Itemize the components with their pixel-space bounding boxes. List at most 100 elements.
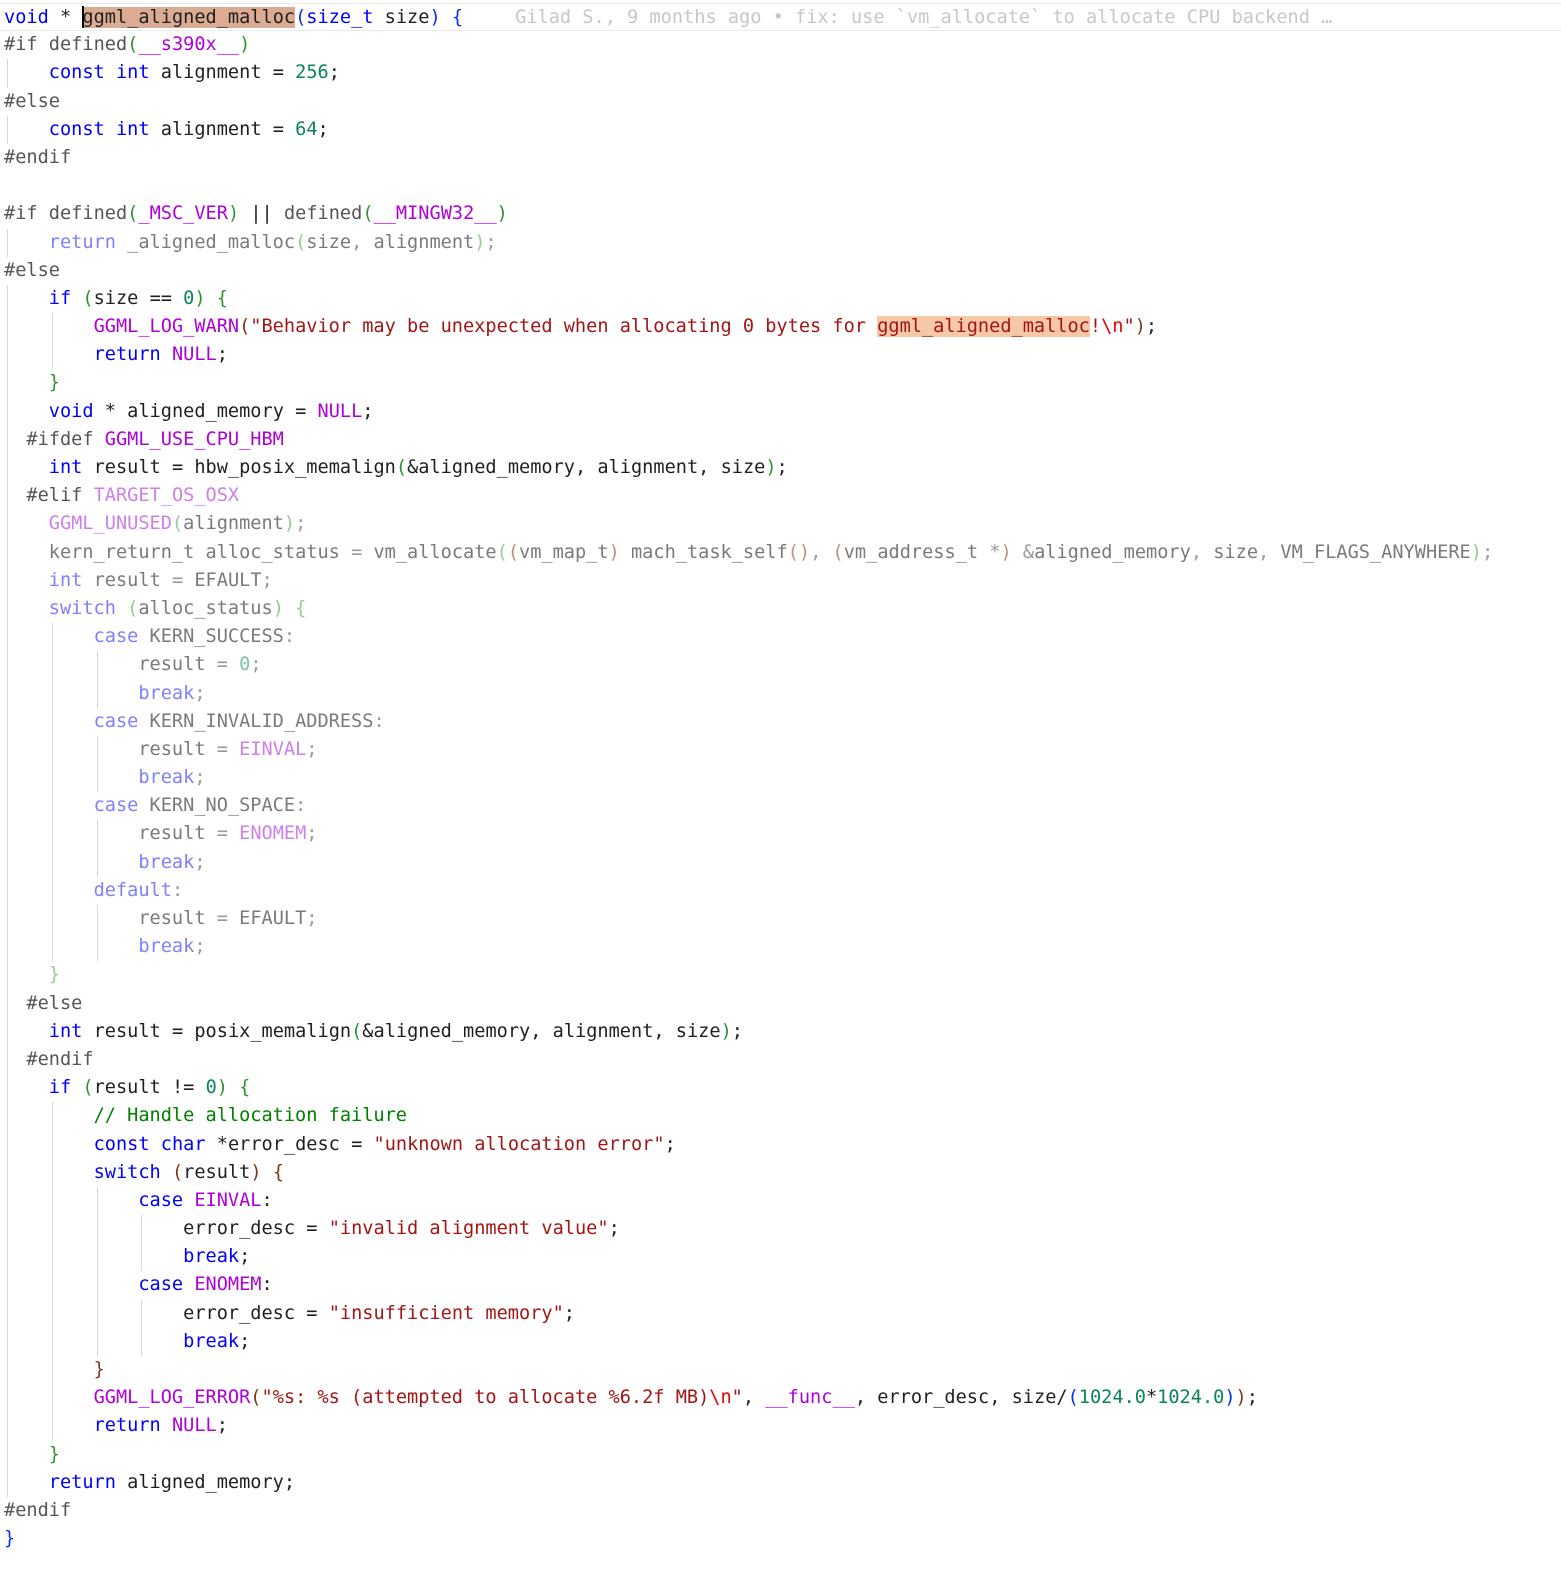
- code-text: int result = hbw_posix_memalign(&aligned…: [48, 457, 788, 478]
- code-text: break;: [183, 1246, 251, 1268]
- code-line[interactable]: switch (result) {: [0, 1158, 1561, 1187]
- code-line[interactable]: break;: [0, 848, 1561, 877]
- code-line[interactable]: result = 0;: [0, 651, 1561, 680]
- code-text: case EINVAL:: [138, 1189, 273, 1211]
- code-line[interactable]: [0, 172, 1561, 200]
- code-text: case ENOMEM:: [138, 1274, 273, 1296]
- code-line[interactable]: #if defined(__s390x__): [0, 31, 1561, 59]
- code-text: break;: [138, 767, 206, 789]
- code-line[interactable]: if (result != 0) {: [0, 1074, 1561, 1103]
- code-text: result = ENOMEM;: [138, 823, 318, 845]
- code-text: if (size == 0) {: [48, 287, 228, 309]
- code-line[interactable]: result = ENOMEM;: [0, 820, 1561, 849]
- code-text: break;: [138, 851, 206, 873]
- code-line[interactable]: error_desc = "invalid alignment value";: [0, 1215, 1561, 1244]
- code-text: }: [48, 964, 60, 986]
- code-line[interactable]: }: [0, 1440, 1561, 1469]
- code-line[interactable]: }: [0, 369, 1561, 398]
- code-line[interactable]: result = EINVAL;: [0, 735, 1561, 765]
- code-line[interactable]: #elif TARGET_OS_OSX: [0, 482, 1561, 511]
- code-text: #else: [26, 992, 83, 1014]
- code-text: int result = EFAULT;: [48, 569, 273, 591]
- code-text: return NULL;: [93, 344, 228, 366]
- code-line[interactable]: return aligned_memory;: [0, 1468, 1561, 1497]
- code-line[interactable]: case KERN_INVALID_ADDRESS:: [0, 707, 1561, 736]
- code-line[interactable]: return NULL;: [0, 1412, 1561, 1441]
- code-line[interactable]: switch (alloc_status) {: [0, 594, 1561, 624]
- code-text: return NULL;: [93, 1415, 228, 1437]
- code-line[interactable]: error_desc = "insufficient memory";: [0, 1299, 1561, 1328]
- code-line[interactable]: GGML_LOG_WARN("Behavior may be unexpecte…: [0, 313, 1561, 342]
- code-text: break;: [138, 682, 206, 704]
- code-text: }: [93, 1359, 105, 1380]
- code-line[interactable]: break;: [0, 933, 1561, 962]
- code-line[interactable]: const int alignment = 64;: [0, 115, 1561, 144]
- code-text: #else: [4, 90, 60, 112]
- code-line[interactable]: int result = EFAULT;: [0, 566, 1561, 595]
- code-text: #if defined(__s390x__): [4, 34, 251, 56]
- code-line[interactable]: #else: [0, 88, 1561, 116]
- code-text: error_desc = "insufficient memory";: [183, 1302, 575, 1324]
- code-text: case KERN_NO_SPACE:: [93, 795, 307, 817]
- code-text: #endif: [26, 1048, 94, 1070]
- code-line[interactable]: void * ggml_aligned_malloc(size_t size) …: [0, 3, 1561, 32]
- code-line[interactable]: result = EFAULT;: [0, 905, 1561, 934]
- code-line[interactable]: default:: [0, 876, 1561, 905]
- code-line[interactable]: break;: [0, 679, 1561, 708]
- code-line[interactable]: int result = hbw_posix_memalign(&aligned…: [0, 454, 1561, 483]
- code-line[interactable]: break;: [0, 1327, 1561, 1356]
- code-text: }: [4, 1528, 16, 1550]
- code-text: kern_return_t alloc_status = vm_allocate…: [48, 541, 1494, 563]
- code-line[interactable]: #if defined(_MSC_VER) || defined(__MINGW…: [0, 200, 1561, 228]
- git-blame-annotation[interactable]: Gilad S., 9 months ago • fix: use `vm_al…: [515, 7, 1332, 28]
- code-line[interactable]: #ifdef GGML_USE_CPU_HBM: [0, 425, 1561, 454]
- code-text: case KERN_SUCCESS:: [93, 626, 296, 648]
- code-text: #if defined(_MSC_VER) || defined(__MINGW…: [4, 203, 508, 225]
- code-line[interactable]: #else: [0, 257, 1561, 285]
- code-text: result = EFAULT;: [138, 908, 318, 929]
- code-line[interactable]: return _aligned_malloc(size, alignment);: [0, 228, 1561, 257]
- code-text: #elif TARGET_OS_OSX: [26, 485, 240, 507]
- code-line[interactable]: GGML_UNUSED(alignment);: [0, 510, 1561, 539]
- code-line[interactable]: const char *error_desc = "unknown alloca…: [0, 1130, 1561, 1159]
- code-text: case KERN_INVALID_ADDRESS:: [93, 710, 385, 732]
- code-text: return aligned_memory;: [48, 1471, 296, 1493]
- code-line[interactable]: // Handle allocation failure: [0, 1102, 1561, 1131]
- code-line[interactable]: case KERN_SUCCESS:: [0, 623, 1561, 652]
- code-line[interactable]: const int alignment = 256;: [0, 59, 1561, 88]
- code-line[interactable]: #else: [0, 989, 1561, 1018]
- code-line[interactable]: return NULL;: [0, 341, 1561, 370]
- code-line[interactable]: #endif: [0, 144, 1561, 172]
- code-text: result = 0;: [138, 654, 262, 676]
- code-text: return _aligned_malloc(size, alignment);: [48, 231, 497, 253]
- code-line[interactable]: case EINVAL:: [0, 1186, 1561, 1216]
- code-text: int result = posix_memalign(&aligned_mem…: [48, 1020, 743, 1042]
- code-line[interactable]: kern_return_t alloc_status = vm_allocate…: [0, 538, 1561, 567]
- code-text: const int alignment = 64;: [48, 118, 329, 140]
- code-line[interactable]: }: [0, 961, 1561, 990]
- code-text: break;: [183, 1330, 251, 1352]
- code-text: const int alignment = 256;: [48, 62, 340, 84]
- code-line[interactable]: }: [0, 1356, 1561, 1385]
- code-editor[interactable]: void * ggml_aligned_malloc(size_t size) …: [0, 3, 1561, 1553]
- code-line[interactable]: case ENOMEM:: [0, 1271, 1561, 1300]
- code-line[interactable]: GGML_LOG_ERROR("%s: %s (attempted to all…: [0, 1384, 1561, 1413]
- code-line[interactable]: #endif: [0, 1045, 1561, 1075]
- code-line[interactable]: case KERN_NO_SPACE:: [0, 792, 1561, 821]
- code-line[interactable]: break;: [0, 764, 1561, 793]
- code-text: }: [48, 372, 60, 394]
- code-text: void * aligned_memory = NULL;: [48, 400, 374, 422]
- code-line[interactable]: if (size == 0) {: [0, 284, 1561, 314]
- text-cursor: [82, 5, 85, 28]
- code-line[interactable]: }: [0, 1525, 1561, 1553]
- code-text: #ifdef GGML_USE_CPU_HBM: [26, 428, 284, 450]
- code-text: if (result != 0) {: [48, 1077, 251, 1099]
- code-line[interactable]: void * aligned_memory = NULL;: [0, 397, 1561, 426]
- code-line[interactable]: #endif: [0, 1497, 1561, 1525]
- code-text: GGML_LOG_ERROR("%s: %s (attempted to all…: [93, 1387, 1258, 1409]
- code-line[interactable]: int result = posix_memalign(&aligned_mem…: [0, 1017, 1561, 1046]
- code-text: #else: [4, 259, 60, 281]
- code-line[interactable]: break;: [0, 1243, 1561, 1272]
- code-text: switch (result) {: [93, 1161, 284, 1183]
- code-text: GGML_UNUSED(alignment);: [48, 513, 307, 535]
